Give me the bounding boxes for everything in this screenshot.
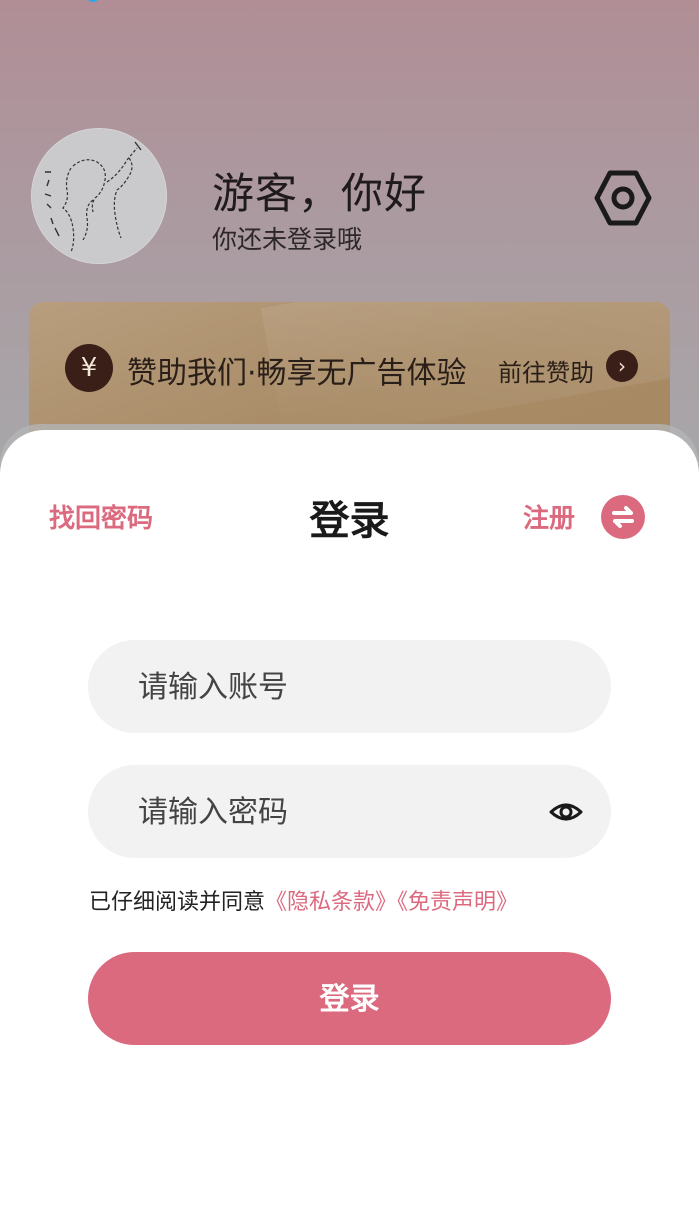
sponsor-text: 赞助我们·畅享无广告体验 <box>127 356 467 391</box>
sponsor-go-link[interactable]: 前往赞助 <box>498 353 594 388</box>
status-indicator <box>86 0 100 2</box>
yen-icon: ¥ <box>65 344 113 392</box>
chevron-right-icon[interactable]: › <box>606 350 638 382</box>
eye-icon[interactable] <box>548 794 584 830</box>
settings-icon[interactable] <box>593 168 653 228</box>
swap-icon[interactable] <box>601 495 645 539</box>
agreement-prefix: 已仔细阅读并同意 <box>89 890 266 915</box>
register-link[interactable]: 注册 <box>523 498 575 535</box>
password-field[interactable] <box>88 765 611 860</box>
login-status-subtitle: 你还未登录哦 <box>212 225 363 254</box>
login-title: 登录 <box>309 498 390 544</box>
login-button[interactable]: 登录 <box>88 952 611 1045</box>
greeting-title: 游客，你好 <box>212 169 428 218</box>
agreement-text: 已仔细阅读并同意《隐私条款》《免责声明》 <box>89 884 518 916</box>
account-field[interactable] <box>88 640 611 735</box>
avatar-sketch-icon <box>32 129 166 263</box>
disclaimer-link[interactable]: 《免责声明》 <box>397 890 518 915</box>
privacy-link[interactable]: 《隐私条款》 <box>265 890 397 915</box>
avatar[interactable] <box>31 128 167 264</box>
account-input[interactable] <box>136 640 540 735</box>
password-input[interactable] <box>136 765 540 860</box>
